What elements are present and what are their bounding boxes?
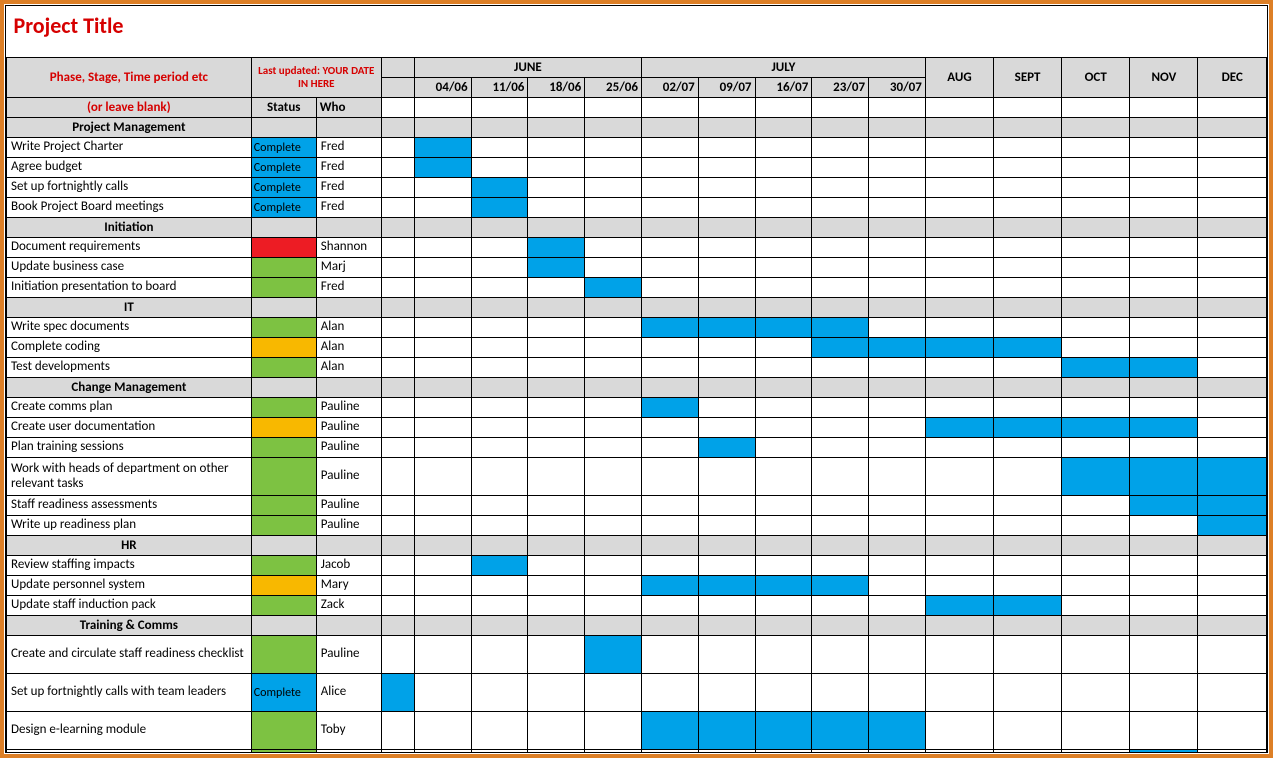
document-inner: Project Title Phase, Stage, Time period …: [5, 5, 1268, 753]
header-week-3: 18/06: [528, 78, 585, 98]
section-hr: HR: [7, 536, 1267, 556]
status-cell[interactable]: Complete: [251, 138, 316, 158]
task-row[interactable]: Write Project CharterCompleteFred: [7, 138, 1267, 158]
header-month-nov: NOV: [1130, 58, 1198, 98]
header-last-updated: Last updated: YOUR DATE IN HERE: [251, 58, 381, 98]
header-who: Who: [316, 98, 381, 118]
header-row-3: (or leave blank) Status Who: [7, 98, 1267, 118]
task-name[interactable]: Write Project Charter: [7, 138, 252, 158]
header-month-dec: DEC: [1198, 58, 1267, 98]
gantt-bar[interactable]: [414, 138, 471, 158]
header-week-8: 23/07: [812, 78, 869, 98]
task-row[interactable]: Update staff induction packZack: [7, 596, 1267, 616]
header-week-2: 11/06: [471, 78, 528, 98]
section-cm: Change Management: [7, 378, 1267, 398]
task-row[interactable]: Book Project Board meetingsCompleteFred: [7, 198, 1267, 218]
header-status: Status: [251, 98, 316, 118]
header-week-1: 04/06: [414, 78, 471, 98]
project-title: Project Title: [10, 8, 1264, 43]
status-amber[interactable]: [251, 338, 316, 358]
task-row[interactable]: Complete codingAlan: [7, 338, 1267, 358]
section-init: Initiation: [7, 218, 1267, 238]
status-red[interactable]: [251, 238, 316, 258]
who-cell[interactable]: Fred: [316, 138, 381, 158]
task-row[interactable]: Write up readiness planPauline: [7, 516, 1267, 536]
header-week-7: 16/07: [755, 78, 812, 98]
header-week-4: 25/06: [585, 78, 642, 98]
task-row[interactable]: Set up fortnightly callsCompleteFred: [7, 178, 1267, 198]
header-phase: Phase, Stage, Time period etc: [7, 58, 252, 98]
task-row[interactable]: Plan training sessionsPauline: [7, 438, 1267, 458]
status-green[interactable]: [251, 258, 316, 278]
task-row[interactable]: Update personnel systemMary: [7, 576, 1267, 596]
header-week-6: 09/07: [698, 78, 755, 98]
header-month-june: JUNE: [414, 58, 641, 78]
header-month-aug: AUG: [925, 58, 993, 98]
task-row[interactable]: Work with heads of department on other r…: [7, 458, 1267, 496]
header-month-july: JULY: [641, 58, 925, 78]
header-or-blank: (or leave blank): [7, 98, 252, 118]
gantt-table: Project Title Phase, Stage, Time period …: [6, 6, 1267, 753]
header-month-sept: SEPT: [994, 58, 1062, 98]
task-row[interactable]: Review staffing impactsJacob: [7, 556, 1267, 576]
task-row[interactable]: Create comms planPauline: [7, 398, 1267, 418]
header-week-9: 30/07: [869, 78, 926, 98]
task-row[interactable]: Carry out face-to-face trainingTrainers …: [7, 750, 1267, 754]
task-row[interactable]: Write spec documentsAlan: [7, 318, 1267, 338]
task-row[interactable]: Set up fortnightly calls with team leade…: [7, 674, 1267, 712]
task-row[interactable]: Test developmentsAlan: [7, 358, 1267, 378]
section-tc: Training & Comms: [7, 616, 1267, 636]
task-row[interactable]: Initiation presentation to boardFred: [7, 278, 1267, 298]
title-row: Project Title: [7, 6, 1267, 46]
section-pm: Project Management: [7, 118, 1267, 138]
task-row[interactable]: Create and circulate staff readiness che…: [7, 636, 1267, 674]
header-month-oct: OCT: [1062, 58, 1130, 98]
task-row[interactable]: Document requirementsShannon: [7, 238, 1267, 258]
task-row[interactable]: Agree budgetCompleteFred: [7, 158, 1267, 178]
header-week-5: 02/07: [641, 78, 698, 98]
section-it: IT: [7, 298, 1267, 318]
header-row-1: Phase, Stage, Time period etc Last updat…: [7, 58, 1267, 78]
task-row[interactable]: Staff readiness assessmentsPauline: [7, 496, 1267, 516]
task-row[interactable]: Design e-learning moduleToby: [7, 712, 1267, 750]
task-row[interactable]: Update business caseMarj: [7, 258, 1267, 278]
task-row[interactable]: Create user documentationPauline: [7, 418, 1267, 438]
document-frame: Project Title Phase, Stage, Time period …: [0, 0, 1273, 758]
